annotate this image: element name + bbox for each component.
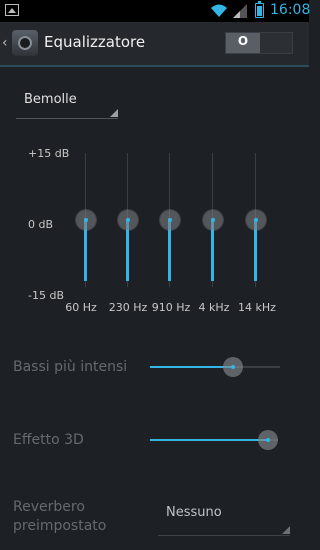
eq-band-frequency-label: 910 Hz bbox=[151, 301, 191, 314]
battery-icon bbox=[255, 1, 264, 18]
action-bar: ‹ Equalizzatore O bbox=[0, 22, 309, 67]
eq-band-frequency-label: 60 Hz bbox=[65, 301, 97, 314]
dropdown-arrow-icon bbox=[110, 109, 118, 117]
page-title: Equalizzatore bbox=[44, 33, 146, 51]
eq-band-frequency-label: 230 Hz bbox=[108, 301, 148, 314]
eq-band-slider[interactable] bbox=[76, 153, 96, 287]
clock: 16:08 bbox=[270, 2, 311, 18]
back-chevron-icon[interactable]: ‹ bbox=[2, 35, 8, 51]
wifi-icon bbox=[211, 4, 227, 17]
bass-boost-label: Bassi più intensi bbox=[13, 359, 128, 375]
toggle-label: O bbox=[237, 34, 249, 48]
gallery-icon bbox=[5, 4, 19, 16]
speaker-app-icon[interactable] bbox=[12, 30, 38, 56]
preset-value: Bemolle bbox=[24, 92, 77, 107]
eq-band-slider[interactable] bbox=[118, 153, 138, 287]
slider-fill bbox=[150, 366, 233, 368]
preset-dropdown[interactable]: Bemolle bbox=[16, 90, 118, 119]
eq-band-thumb[interactable] bbox=[118, 210, 138, 230]
virtualizer-slider[interactable] bbox=[150, 430, 278, 450]
eq-band-slider[interactable] bbox=[160, 153, 180, 287]
reverb-label: Reverbero preimpostato bbox=[13, 499, 107, 534]
eq-band-thumb[interactable] bbox=[203, 210, 223, 230]
reverb-dropdown[interactable]: Nessuno bbox=[158, 503, 290, 536]
virtualizer-label: Effetto 3D bbox=[13, 432, 84, 448]
slider-thumb[interactable] bbox=[258, 430, 278, 450]
reverb-value: Nessuno bbox=[166, 505, 222, 520]
signal-icon bbox=[233, 4, 247, 18]
bass-boost-slider[interactable] bbox=[150, 357, 280, 377]
eq-band-thumb[interactable] bbox=[76, 210, 96, 230]
dropdown-arrow-icon bbox=[282, 526, 290, 534]
equalizer-toggle[interactable]: O bbox=[225, 32, 293, 54]
db-max-label: +15 dB bbox=[28, 147, 70, 160]
eq-band-thumb[interactable] bbox=[246, 210, 266, 230]
eq-band-slider[interactable] bbox=[246, 153, 266, 287]
eq-band-slider[interactable] bbox=[203, 153, 223, 287]
slider-thumb[interactable] bbox=[222, 357, 243, 377]
status-bar: 16:08 bbox=[0, 0, 311, 22]
eq-band-frequency-label: 4 kHz bbox=[198, 301, 230, 314]
eq-band-thumb[interactable] bbox=[160, 210, 180, 230]
db-mid-label: 0 dB bbox=[28, 218, 54, 231]
eq-band-frequency-label: 14 kHz bbox=[238, 301, 276, 314]
slider-fill bbox=[150, 439, 268, 441]
db-min-label: -15 dB bbox=[28, 289, 64, 302]
